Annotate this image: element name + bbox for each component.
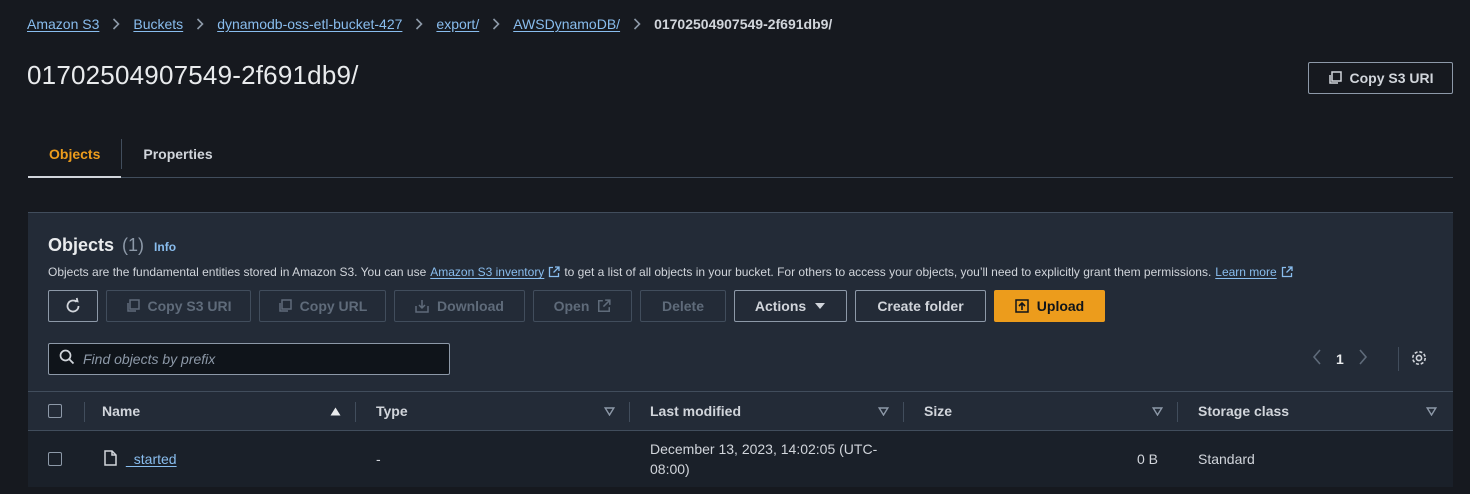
sort-caret-down-icon[interactable] <box>1152 392 1163 430</box>
column-header-name[interactable]: Name <box>102 392 140 430</box>
copy-icon <box>1328 71 1342 85</box>
learn-more-link[interactable]: Learn more <box>1215 265 1276 279</box>
type-cell: - <box>376 451 381 467</box>
breadcrumb: Amazon S3 Buckets dynamodb-oss-etl-bucke… <box>27 14 832 34</box>
column-divider <box>629 402 630 422</box>
sort-caret-down-icon[interactable] <box>878 392 889 430</box>
objects-panel: Objects (1) Info Objects are the fundame… <box>28 212 1453 487</box>
upload-icon <box>1015 299 1029 313</box>
copy-url-label: Copy URL <box>299 298 368 314</box>
info-link[interactable]: Info <box>154 240 176 254</box>
tab-properties[interactable]: Properties <box>122 130 233 177</box>
breadcrumb-current: 01702504907549-2f691db9/ <box>654 16 833 32</box>
column-header-last-modified[interactable]: Last modified <box>650 392 741 430</box>
size-cell: 0 B <box>1136 451 1158 467</box>
objects-description: Objects are the fundamental entities sto… <box>48 265 1297 279</box>
delete-label: Delete <box>661 298 705 314</box>
copy-url-button[interactable]: Copy URL <box>259 290 386 322</box>
checkbox-box <box>48 404 62 418</box>
search-icon <box>59 349 75 370</box>
description-middle: to get a list of all objects in your buc… <box>564 265 1212 279</box>
column-divider <box>1177 402 1178 422</box>
gear-icon[interactable] <box>1410 349 1428 372</box>
upload-button[interactable]: Upload <box>994 290 1105 322</box>
column-divider <box>355 402 356 422</box>
download-label: Download <box>437 298 504 314</box>
inventory-link[interactable]: Amazon S3 inventory <box>430 265 544 279</box>
copy-icon <box>126 299 140 313</box>
objects-header: Objects (1) Info <box>48 235 176 256</box>
external-link-icon <box>597 299 611 313</box>
breadcrumb-export[interactable]: export/ <box>436 16 479 32</box>
copy-s3-uri-label: Copy S3 URI <box>1349 70 1434 86</box>
copy-s3-uri-toolbar-label: Copy S3 URI <box>147 298 232 314</box>
pagination: 1 <box>1312 348 1368 370</box>
caret-down-icon <box>814 302 826 310</box>
create-folder-label: Create folder <box>877 298 964 314</box>
object-name-link[interactable]: _started <box>126 451 177 467</box>
name-cell: _started <box>104 431 177 487</box>
breadcrumb-awsdynamodb[interactable]: AWSDynamoDB/ <box>513 16 620 32</box>
chevron-right-icon <box>112 18 121 30</box>
chevron-right-icon <box>196 18 204 30</box>
download-button[interactable]: Download <box>394 290 525 322</box>
column-header-size[interactable]: Size <box>924 392 952 430</box>
breadcrumb-buckets[interactable]: Buckets <box>133 16 183 32</box>
tab-objects[interactable]: Objects <box>28 130 122 178</box>
refresh-icon <box>64 297 82 315</box>
copy-s3-uri-toolbar-button[interactable]: Copy S3 URI <box>106 290 251 322</box>
storage-class-cell: Standard <box>1198 451 1255 467</box>
copy-icon <box>278 299 292 313</box>
column-divider <box>903 402 904 422</box>
description-prefix: Objects are the fundamental entities sto… <box>48 265 427 279</box>
open-button[interactable]: Open <box>533 290 632 322</box>
objects-count: (1) <box>122 235 145 255</box>
delete-button[interactable]: Delete <box>640 290 726 322</box>
last-modified-line-2: 08:00) <box>650 461 690 477</box>
chevron-right-icon <box>492 18 500 30</box>
actions-dropdown[interactable]: Actions <box>734 290 847 322</box>
create-folder-button[interactable]: Create folder <box>855 290 986 322</box>
external-link-icon <box>548 266 560 278</box>
copy-s3-uri-button[interactable]: Copy S3 URI <box>1308 62 1453 94</box>
select-all-checkbox[interactable] <box>48 392 62 430</box>
sort-caret-down-icon[interactable] <box>604 392 615 430</box>
chevron-right-icon <box>633 18 641 30</box>
open-label: Open <box>553 298 590 314</box>
page-number[interactable]: 1 <box>1336 351 1344 367</box>
tab-bar: Objects Properties <box>28 130 1453 178</box>
sort-ascending-icon[interactable] <box>330 392 341 430</box>
search-input[interactable] <box>83 351 433 367</box>
search-field <box>48 343 450 375</box>
external-link-icon <box>1281 266 1293 278</box>
table-header: Name Type Last modified Size Storage cla… <box>28 391 1453 431</box>
breadcrumb-bucket[interactable]: dynamodb-oss-etl-bucket-427 <box>217 16 402 32</box>
objects-title: Objects <box>48 235 115 255</box>
column-header-type[interactable]: Type <box>376 392 408 430</box>
download-icon <box>415 299 429 313</box>
column-header-storage-class[interactable]: Storage class <box>1198 392 1289 430</box>
file-icon <box>104 449 117 469</box>
refresh-button[interactable] <box>48 290 98 322</box>
actions-label: Actions <box>754 298 807 314</box>
checkbox-box <box>48 452 62 466</box>
page-title: 01702504907549-2f691db9/ <box>27 60 359 90</box>
upload-label: Upload <box>1036 298 1085 314</box>
row-checkbox[interactable] <box>48 431 62 487</box>
table-row[interactable]: _started - December 13, 2023, 14:02:05 (… <box>28 431 1453 487</box>
chevron-right-icon[interactable] <box>1358 348 1368 370</box>
column-divider <box>84 402 85 422</box>
sort-caret-down-icon[interactable] <box>1426 392 1437 430</box>
pagination-divider <box>1398 347 1399 371</box>
chevron-right-icon <box>415 18 424 30</box>
chevron-left-icon[interactable] <box>1312 348 1322 370</box>
breadcrumb-amazon-s3[interactable]: Amazon S3 <box>27 16 99 32</box>
last-modified-cell: December 13, 2023, 14:02:05 (UTC- 08:00) <box>650 431 877 487</box>
last-modified-line-1: December 13, 2023, 14:02:05 (UTC- <box>650 441 878 457</box>
